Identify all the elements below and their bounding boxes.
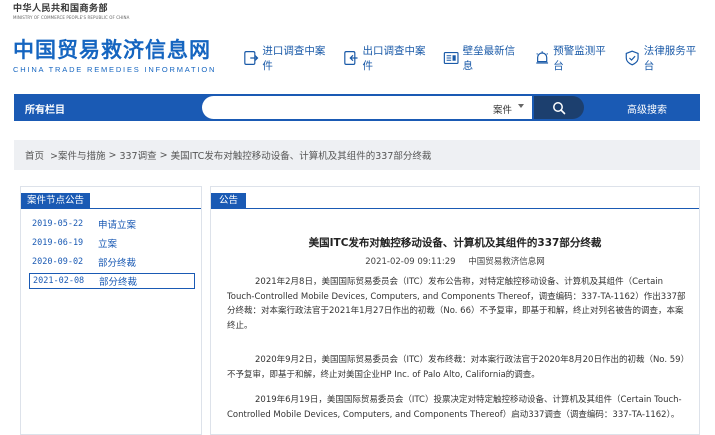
- quicklink-export-cases[interactable]: 出口调查中案件: [343, 43, 429, 73]
- sidebar-item-label[interactable]: 立案: [98, 236, 117, 250]
- breadcrumb: 首页 >案件与措施 > 337调查 > 美国ITC发布对触控移动设备、计算机及其…: [14, 140, 700, 170]
- article-paragraph: 2021年2月8日，美国国际贸易委员会（ITC）发布公告称，对特定触控移动设备、…: [227, 277, 686, 331]
- quicklink-warning-monitor[interactable]: 预警监测平台: [534, 43, 611, 73]
- quicklink-import-cases[interactable]: 进口调查中案件: [243, 43, 329, 73]
- breadcrumb-separator: >: [108, 149, 117, 161]
- case-node-sidebar: 案件节点公告 2019-05-22 申请立案 2019-06-19 立案 202…: [20, 186, 202, 435]
- barrier-info-icon: [444, 51, 459, 65]
- sidebar-item[interactable]: 2019-06-19 立案: [29, 235, 195, 251]
- search-input[interactable]: [202, 96, 532, 119]
- legal-shield-icon: [626, 50, 640, 66]
- quicklink-label: 法律服务平台: [643, 45, 697, 72]
- chevron-down-icon[interactable]: [518, 104, 524, 108]
- quicklink-barrier-info[interactable]: 壁垒最新信息: [443, 43, 520, 73]
- quicklinks: 进口调查中案件 出口调查中案件 壁垒最新信息 预警监测平台 法律服务平台: [243, 43, 715, 73]
- article-panel: 公告 美国ITC发布对触控移动设备、计算机及其组件的337部分终裁 2021-0…: [210, 186, 700, 435]
- article-date: 2021-02-09 09:11:29: [365, 257, 456, 267]
- import-case-icon: [244, 51, 259, 65]
- advanced-search-link[interactable]: 高级搜索: [627, 101, 667, 116]
- search-type-select[interactable]: 案件: [493, 102, 512, 116]
- site-logo[interactable]: 中国贸易救济信息网 CHINA TRADE REMEDIES INFORMATI…: [13, 38, 216, 74]
- export-case-icon: [344, 51, 358, 65]
- section-divider: [211, 208, 699, 209]
- ministry-name: 中华人民共和国商务部: [13, 4, 109, 14]
- breadcrumb-separator: >: [159, 149, 168, 161]
- quicklink-label: 预警监测平台: [553, 45, 606, 72]
- main-navbar: 所有栏目 案件 高级搜索: [14, 94, 700, 121]
- sidebar-title: 案件节点公告: [21, 193, 91, 209]
- section-label: 公告: [211, 193, 247, 209]
- all-columns-menu[interactable]: 所有栏目: [25, 101, 65, 116]
- ministry-logo[interactable]: 中华人民共和国商务部 MINISTRY OF COMMERCE PEOPLE'S…: [13, 1, 129, 20]
- article-title: 美国ITC发布对触控移动设备、计算机及其组件的337部分终裁: [308, 237, 602, 249]
- sidebar-item-active[interactable]: 2021-02-08 部分终裁: [29, 273, 195, 289]
- sidebar-item-label[interactable]: 部分终裁: [98, 255, 136, 269]
- quicklink-label: 进口调查中案件: [262, 45, 326, 72]
- sidebar-item-date: 2020-09-02: [32, 257, 84, 267]
- sidebar-item-label[interactable]: 申请立案: [98, 217, 136, 231]
- breadcrumb-337[interactable]: 337调查: [119, 148, 156, 162]
- sidebar-item[interactable]: 2019-05-22 申请立案: [29, 216, 195, 232]
- site-title-en: CHINA TRADE REMEDIES INFORMATION: [13, 65, 217, 74]
- warning-monitor-icon: [536, 51, 548, 64]
- sidebar-list: 2019-05-22 申请立案 2019-06-19 立案 2020-09-02…: [29, 216, 195, 292]
- article-meta: 2021-02-09 09:11:29 中国贸易救济信息网: [211, 255, 699, 267]
- sidebar-item-date: 2019-05-22: [32, 219, 84, 229]
- site-title: 中国贸易救济信息网: [13, 38, 211, 62]
- sidebar-item-label[interactable]: 部分终裁: [99, 274, 137, 288]
- article-source: 中国贸易救济信息网: [468, 257, 545, 267]
- breadcrumb-cases[interactable]: >案件与措施: [50, 148, 105, 162]
- sidebar-item-date: 2019-06-19: [32, 238, 84, 248]
- quicklink-label: 出口调查中案件: [362, 45, 426, 72]
- breadcrumb-home[interactable]: 首页: [25, 148, 44, 162]
- quicklink-label: 壁垒最新信息: [462, 45, 516, 72]
- search-icon: [553, 101, 566, 114]
- breadcrumb-current: 美国ITC发布对触控移动设备、计算机及其组件的337部分终裁: [170, 151, 432, 162]
- sidebar-divider: [21, 208, 201, 209]
- article-paragraph: 2019年6月19日，美国国际贸易委员会（ITC）投票决定对特定触控移动设备、计…: [227, 395, 682, 420]
- search-button[interactable]: [534, 96, 584, 119]
- quicklink-legal-service[interactable]: 法律服务平台: [624, 43, 701, 73]
- sidebar-item[interactable]: 2020-09-02 部分终裁: [29, 254, 195, 270]
- sidebar-item-date: 2021-02-08: [33, 276, 85, 286]
- article-paragraph: 2020年9月2日，美国国际贸易委员会（ITC）发布终裁：对本案行政法官于202…: [227, 355, 685, 380]
- ministry-name-en: MINISTRY OF COMMERCE PEOPLE'S REPUBLIC O…: [13, 15, 130, 20]
